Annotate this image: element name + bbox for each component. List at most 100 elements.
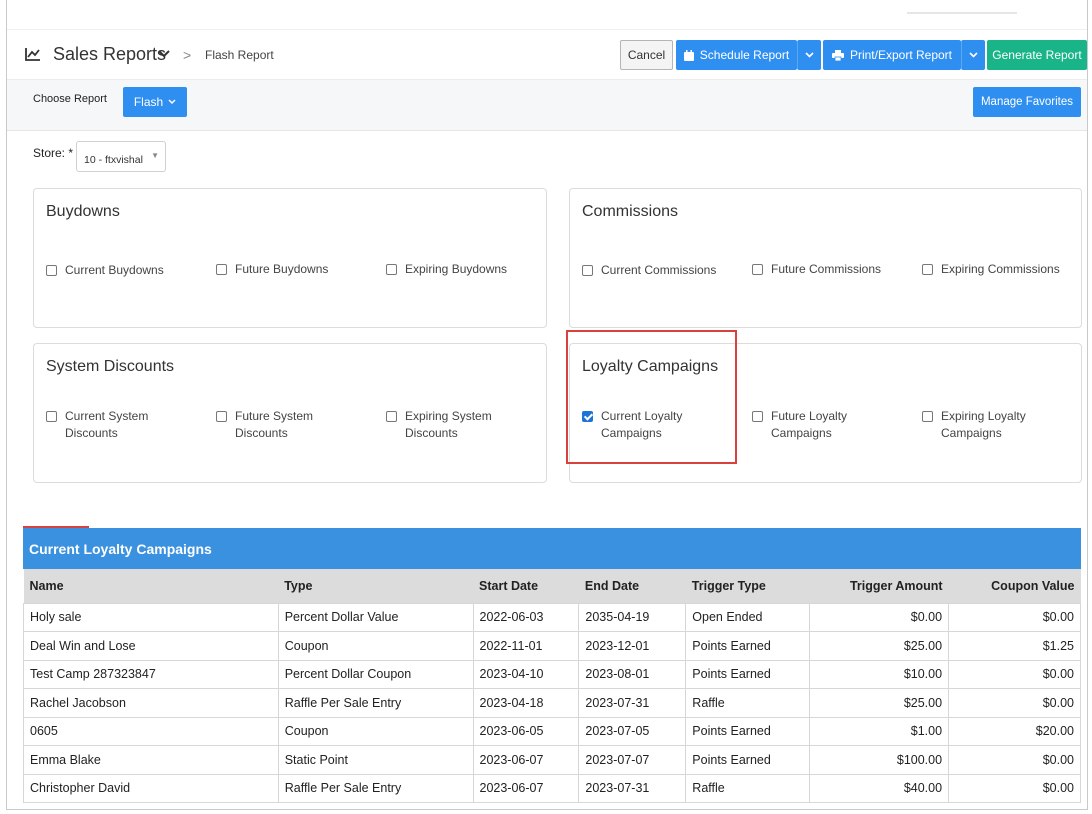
report-table: Name Type Start Date End Date Trigger Ty… <box>23 569 1081 803</box>
table-cell: 2023-07-31 <box>578 688 687 718</box>
table-cell: 2022-06-03 <box>472 602 580 632</box>
chevron-down-icon <box>168 99 176 105</box>
schedule-report-dropdown[interactable] <box>797 40 821 70</box>
table-cell: Test Camp 287323847 <box>23 659 279 689</box>
checkbox-label: Current Buydowns <box>65 263 164 277</box>
cancel-label: Cancel <box>627 48 666 62</box>
table-cell: 2023-12-01 <box>578 631 687 661</box>
checkbox-box[interactable] <box>386 264 397 275</box>
table-row[interactable]: Holy sale Percent Dollar Value 2022-06-03 2… <box>23 602 1081 632</box>
table-cell: Deal Win and Lose <box>23 631 279 661</box>
generate-report-button[interactable]: Generate Report <box>987 40 1087 70</box>
table-row[interactable]: Rachel Jacobson Raffle Per Sale Entry 2023… <box>23 688 1081 718</box>
print-export-button[interactable]: Print/Export Report <box>823 40 961 70</box>
table-cell: Points Earned <box>685 716 811 746</box>
future-loyalty-campaigns-checkbox[interactable]: Future Loyalty Campaigns <box>752 408 847 442</box>
store-select-value: 10 - ftxvishal <box>84 154 143 166</box>
table-cell: Points Earned <box>685 659 811 689</box>
table-cell: $20.00 <box>948 716 1081 746</box>
checkbox-label-line: Discounts <box>235 426 288 440</box>
checkbox-box[interactable] <box>752 264 763 275</box>
table-cell: Raffle <box>685 773 811 803</box>
app-frame: Sales Reports > Flash Report Cancel Sche… <box>6 0 1088 810</box>
table-cell: Raffle <box>685 688 811 718</box>
buydowns-panel: Buydowns Current Buydowns Future Buydown… <box>33 188 547 328</box>
checkbox-box[interactable] <box>386 411 397 422</box>
checkbox-box[interactable] <box>216 264 227 275</box>
checkbox-box[interactable] <box>46 411 57 422</box>
page-header: Sales Reports > Flash Report Cancel Sche… <box>7 30 1087 80</box>
expiring-loyalty-campaigns-checkbox[interactable]: Expiring Loyalty Campaigns <box>922 408 1026 442</box>
column-header[interactable]: Coupon Value <box>948 569 1081 603</box>
calendar-icon <box>683 49 694 61</box>
manage-favorites-button[interactable]: Manage Favorites <box>973 87 1081 117</box>
table-row[interactable]: Emma Blake Static Point 2023-06-07 2023-07-… <box>23 745 1081 775</box>
table-cell: $0.00 <box>948 659 1081 689</box>
top-strip-divider <box>907 12 1017 14</box>
schedule-report-label: Schedule Report <box>699 48 790 62</box>
table-cell: 2023-06-05 <box>472 716 580 746</box>
table-cell: $1.25 <box>948 631 1081 661</box>
current-system-discounts-checkbox[interactable]: Current System Discounts <box>46 408 148 442</box>
cancel-button[interactable]: Cancel <box>620 40 673 70</box>
checkbox-label-line: Expiring System <box>405 409 492 423</box>
checkbox-box[interactable] <box>582 265 593 276</box>
column-header[interactable]: Start Date <box>473 569 579 603</box>
table-cell: 2023-07-07 <box>578 745 687 775</box>
table-cell: 2023-08-01 <box>578 659 687 689</box>
table-row[interactable]: Deal Win and Lose Coupon 2022-11-01 2023-12… <box>23 631 1081 661</box>
page-title[interactable]: Sales Reports <box>53 44 166 65</box>
print-export-dropdown[interactable] <box>961 40 985 70</box>
column-header[interactable]: End Date <box>578 569 686 603</box>
report-header: Current Loyalty Campaigns <box>23 526 1081 569</box>
future-buydowns-checkbox[interactable]: Future Buydowns <box>216 261 328 278</box>
table-cell: Points Earned <box>685 631 811 661</box>
column-header[interactable]: Trigger Type <box>685 569 810 603</box>
table-row[interactable]: Test Camp 287323847 Percent Dollar Coupon… <box>23 659 1081 689</box>
checkbox-label: Future Loyalty Campaigns <box>771 408 847 442</box>
breadcrumb-separator-icon: > <box>183 47 192 63</box>
table-cell: Rachel Jacobson <box>23 688 279 718</box>
expiring-system-discounts-checkbox[interactable]: Expiring System Discounts <box>386 408 492 442</box>
choose-report-label: Choose Report <box>33 93 107 105</box>
checkbox-box[interactable] <box>922 264 933 275</box>
checkbox-label: Current Commissions <box>601 263 717 277</box>
column-header[interactable]: Trigger Amount <box>809 569 949 603</box>
table-cell: Points Earned <box>685 745 811 775</box>
table-row[interactable]: 0605 Coupon 2023-06-05 2023-07-05 Points Ear… <box>23 716 1081 746</box>
table-cell: $10.00 <box>809 659 950 689</box>
checkbox-label-line: Future Loyalty <box>771 409 848 423</box>
checkbox-box[interactable] <box>216 411 227 422</box>
checkbox-box[interactable] <box>922 411 933 422</box>
checkbox-label: Expiring Commissions <box>941 262 1060 276</box>
expiring-commissions-checkbox[interactable]: Expiring Commissions <box>922 261 1060 278</box>
table-cell: 2035-04-19 <box>578 602 687 632</box>
chevron-down-icon <box>805 52 814 58</box>
expiring-buydowns-checkbox[interactable]: Expiring Buydowns <box>386 261 507 278</box>
flash-report-dropdown[interactable]: Flash <box>123 87 187 117</box>
report-title: Current Loyalty Campaigns <box>29 541 212 557</box>
column-header[interactable]: Type <box>278 569 473 603</box>
table-row[interactable]: Christopher David Raffle Per Sale Entry 20… <box>23 773 1081 803</box>
column-header[interactable]: Name <box>23 569 279 603</box>
table-cell: 0605 <box>23 716 279 746</box>
current-buydowns-checkbox[interactable]: Current Buydowns <box>46 262 164 279</box>
schedule-report-button[interactable]: Schedule Report <box>676 40 797 70</box>
checkbox-label: Future Commissions <box>771 262 882 276</box>
current-commissions-checkbox[interactable]: Current Commissions <box>582 262 716 279</box>
highlight-annotation <box>566 330 737 464</box>
report-header-accent <box>23 526 89 528</box>
print-export-label: Print/Export Report <box>849 48 953 62</box>
store-select[interactable]: 10 - ftxvishal ▼ <box>76 141 166 172</box>
future-system-discounts-checkbox[interactable]: Future System Discounts <box>216 408 313 442</box>
chevron-down-icon[interactable] <box>157 49 171 59</box>
table-cell: 2023-06-07 <box>472 773 580 803</box>
manage-favorites-label: Manage Favorites <box>980 96 1074 108</box>
panel-title: System Discounts <box>46 358 175 375</box>
checkbox-box[interactable] <box>46 265 57 276</box>
table-cell: $0.00 <box>809 602 950 632</box>
table-cell: $0.00 <box>948 602 1081 632</box>
future-commissions-checkbox[interactable]: Future Commissions <box>752 261 881 278</box>
checkbox-box[interactable] <box>752 411 763 422</box>
flash-label: Flash <box>133 95 164 109</box>
